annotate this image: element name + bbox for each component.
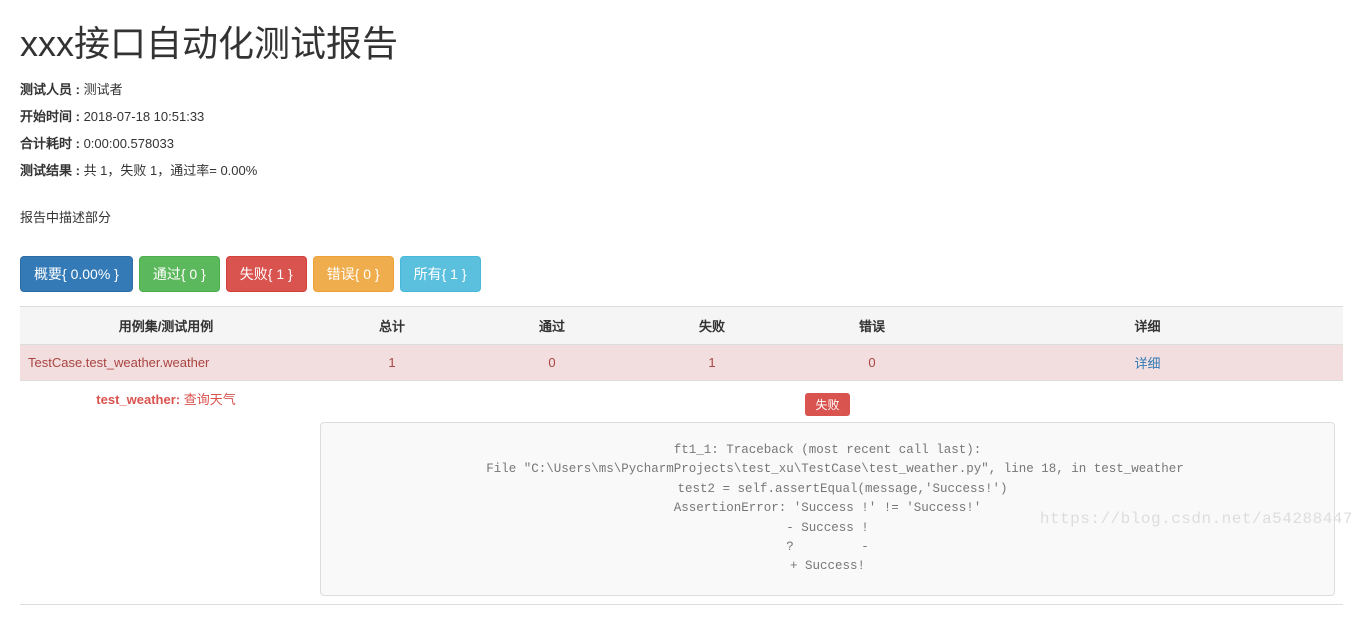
traceback-box: ft1_1: Traceback (most recent call last)… — [320, 422, 1335, 596]
table-header-row: 用例集/测试用例 总计 通过 失败 错误 详细 — [20, 307, 1343, 345]
meta-start-label: 开始时间 : — [20, 109, 84, 124]
page-title: xxx接口自动化测试报告 — [20, 15, 1343, 67]
table-row: TestCase.test_weather.weather 1 0 1 0 详细 — [20, 345, 1343, 381]
report-description: 报告中描述部分 — [20, 207, 1343, 226]
all-button[interactable]: 所有{ 1 } — [400, 256, 481, 292]
status-wrap: 失败 — [320, 389, 1335, 422]
meta-result-label: 测试结果 : — [20, 163, 84, 178]
meta-result-value: 共 1，失败 1，通过率= 0.00% — [84, 163, 258, 178]
meta-duration-label: 合计耗时 : — [20, 136, 84, 151]
case-name: test_weather: 查询天气 — [96, 392, 235, 407]
expand-row: test_weather: 查询天气 失败 ft1_1: Traceback (… — [20, 381, 1343, 605]
col-pass: 通过 — [472, 307, 632, 345]
col-total: 总计 — [312, 307, 472, 345]
case-id: test_weather: — [96, 392, 180, 407]
result-table: 用例集/测试用例 总计 通过 失败 错误 详细 TestCase.test_we… — [20, 306, 1343, 605]
col-error: 错误 — [792, 307, 952, 345]
meta-duration-value: 0:00:00.578033 — [84, 136, 174, 151]
meta-tester: 测试人员 : 测试者 — [20, 79, 1343, 98]
failed-button[interactable]: 失败{ 1 } — [226, 256, 307, 292]
error-button[interactable]: 错误{ 0 } — [313, 256, 394, 292]
cell-name: TestCase.test_weather.weather — [20, 345, 312, 381]
case-desc: 查询天气 — [180, 392, 236, 407]
meta-duration: 合计耗时 : 0:00:00.578033 — [20, 133, 1343, 152]
col-suite: 用例集/测试用例 — [20, 307, 312, 345]
passed-button[interactable]: 通过{ 0 } — [139, 256, 220, 292]
cell-error: 0 — [792, 345, 952, 381]
cell-total: 1 — [312, 345, 472, 381]
meta-start-value: 2018-07-18 10:51:33 — [84, 109, 205, 124]
meta-tester-label: 测试人员 : — [20, 82, 84, 97]
col-fail: 失败 — [632, 307, 792, 345]
status-badge: 失败 — [805, 393, 849, 416]
meta-result: 测试结果 : 共 1，失败 1，通过率= 0.00% — [20, 160, 1343, 179]
cell-fail: 1 — [632, 345, 792, 381]
detail-link[interactable]: 详细 — [1134, 356, 1160, 371]
cell-pass: 0 — [472, 345, 632, 381]
meta-start-time: 开始时间 : 2018-07-18 10:51:33 — [20, 106, 1343, 125]
summary-button[interactable]: 概要{ 0.00% } — [20, 256, 133, 292]
cell-detail: 详细 — [952, 345, 1343, 381]
meta-tester-value: 测试者 — [84, 82, 123, 97]
filter-button-row: 概要{ 0.00% } 通过{ 0 } 失败{ 1 } 错误{ 0 } 所有{ … — [20, 256, 1343, 292]
expand-detail-cell: 失败 ft1_1: Traceback (most recent call la… — [312, 381, 1343, 605]
expand-case-cell: test_weather: 查询天气 — [20, 381, 312, 605]
col-detail: 详细 — [952, 307, 1343, 345]
